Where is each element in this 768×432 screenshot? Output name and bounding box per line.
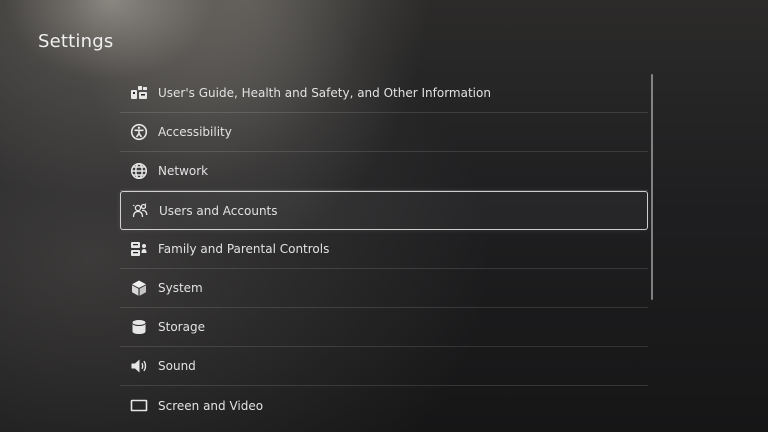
scrollbar[interactable] — [651, 74, 653, 300]
menu-item-screen-and-video[interactable]: Screen and Video — [120, 386, 648, 425]
globe-icon — [130, 162, 148, 180]
page-title: Settings — [38, 31, 114, 52]
menu-item-system[interactable]: System — [120, 269, 648, 308]
settings-menu: User's Guide, Health and Safety, and Oth… — [120, 74, 648, 425]
menu-item-label: System — [158, 281, 203, 295]
guide-icon — [130, 84, 148, 102]
cube-icon — [130, 279, 148, 297]
accessibility-icon — [130, 123, 148, 141]
database-icon — [130, 318, 148, 336]
menu-item-sound[interactable]: Sound — [120, 347, 648, 386]
menu-item-users-and-accounts[interactable]: Users and Accounts — [120, 191, 648, 230]
menu-item-storage[interactable]: Storage — [120, 308, 648, 347]
users-icon — [131, 202, 149, 220]
menu-item-label: Screen and Video — [158, 398, 264, 413]
family-icon — [130, 240, 148, 258]
menu-item-accessibility[interactable]: Accessibility — [120, 113, 648, 152]
menu-item-label: Sound — [158, 359, 196, 373]
menu-item-family-parental-controls[interactable]: Family and Parental Controls — [120, 230, 648, 269]
menu-item-network[interactable]: Network — [120, 152, 648, 191]
menu-item-label: User's Guide, Health and Safety, and Oth… — [158, 86, 491, 100]
menu-item-label: Accessibility — [158, 125, 232, 139]
menu-item-users-guide[interactable]: User's Guide, Health and Safety, and Oth… — [120, 74, 648, 113]
menu-item-label: Users and Accounts — [159, 203, 278, 218]
speaker-icon — [130, 357, 148, 375]
menu-item-label: Network — [158, 164, 209, 178]
menu-item-label: Storage — [158, 320, 205, 334]
screen-icon — [130, 397, 148, 415]
menu-item-label: Family and Parental Controls — [158, 242, 330, 256]
